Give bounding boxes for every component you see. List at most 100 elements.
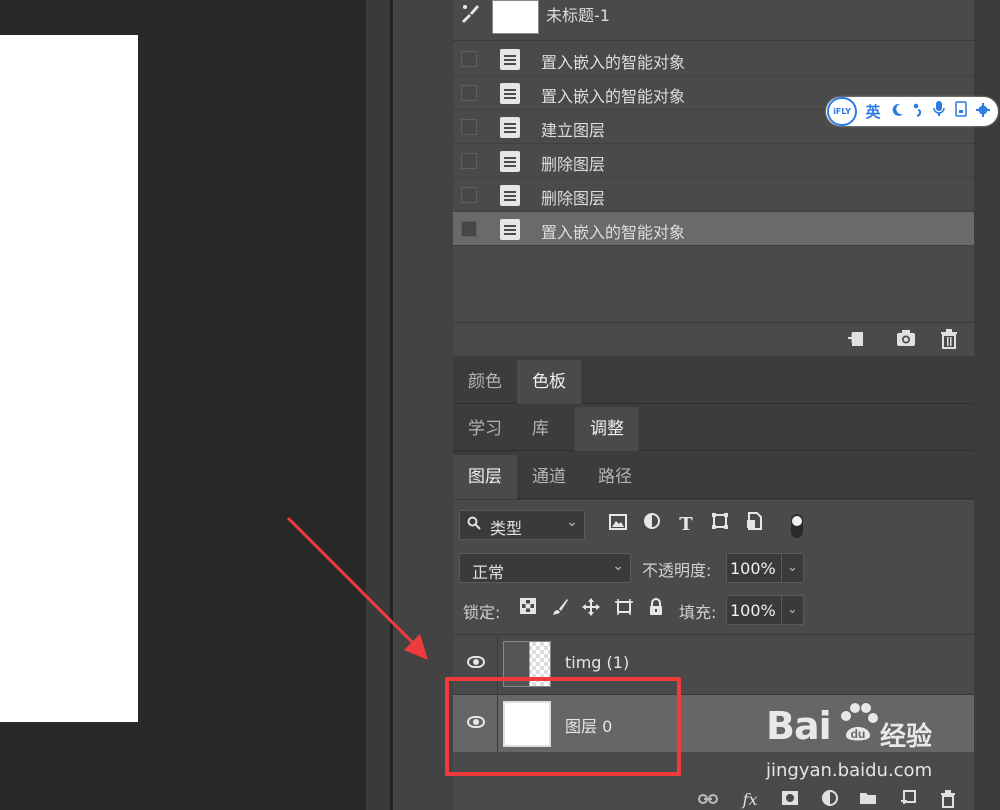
- new-document-from-state-icon[interactable]: [845, 329, 867, 351]
- gear-icon[interactable]: [974, 101, 992, 123]
- blend-mode-select[interactable]: 正常 ⌄: [459, 553, 631, 583]
- camera-icon[interactable]: [895, 329, 917, 351]
- history-item[interactable]: 删除图层: [453, 144, 974, 178]
- canvas-area[interactable]: [0, 0, 366, 810]
- history-item[interactable]: 置入嵌入的智能对象: [453, 42, 974, 76]
- lock-image-pixels-icon[interactable]: [549, 598, 571, 620]
- watermark-url: jingyan.baidu.com: [766, 760, 933, 781]
- history-source-checkbox[interactable]: [461, 85, 477, 101]
- new-layer-icon[interactable]: [897, 790, 919, 810]
- tab-learn[interactable]: 学习: [453, 407, 517, 451]
- shape-filter-icon[interactable]: [707, 512, 733, 538]
- document-canvas[interactable]: [0, 35, 138, 722]
- ime-language-toggle[interactable]: 英: [864, 101, 882, 123]
- photoshop-window: 未标题-1 置入嵌入的智能对象 置入嵌入的智能对象 建立图层 删除图层 删除图层 置入嵌入…: [0, 0, 1000, 810]
- watermark-text: 经验: [880, 722, 933, 752]
- lock-transparent-pixels-icon[interactable]: [517, 598, 539, 620]
- tab-layers[interactable]: 图层: [453, 455, 517, 499]
- history-state-icon: [500, 185, 520, 206]
- history-footer: [453, 322, 974, 356]
- trash-icon[interactable]: [938, 329, 960, 351]
- chevron-down-icon: ⌄: [566, 514, 578, 530]
- layers-tabbar: 图层 通道 路径: [453, 455, 1000, 499]
- link-layers-icon[interactable]: [697, 790, 719, 810]
- lock-position-icon[interactable]: [580, 598, 602, 620]
- tab-adjustments[interactable]: 调整: [575, 407, 639, 451]
- history-source-checkbox[interactable]: [461, 51, 477, 67]
- filter-toggle[interactable]: [791, 514, 803, 538]
- snapshot-name: 未标题-1: [546, 6, 610, 25]
- adjustments-tabbar: 学习库调整: [453, 407, 1000, 451]
- annotation-highlight-box: [445, 677, 681, 776]
- tab-swatches[interactable]: 色板: [517, 360, 581, 404]
- history-snapshot[interactable]: 未标题-1: [453, 0, 974, 41]
- history-state-icon: [500, 49, 520, 70]
- panel-dock-strip: [393, 0, 453, 810]
- search-icon: [467, 516, 481, 534]
- history-source-checkbox[interactable]: [461, 187, 477, 203]
- opacity-label: 不透明度:: [642, 561, 712, 580]
- history-source-checkbox[interactable]: [461, 221, 477, 237]
- chevron-down-icon[interactable]: ⌄: [781, 554, 803, 582]
- type-filter-icon[interactable]: T: [673, 512, 699, 538]
- layer-filter-select[interactable]: 类型 ⌄: [459, 510, 585, 540]
- history-item-label: 置入嵌入的智能对象: [541, 87, 686, 106]
- keyboard-icon[interactable]: [952, 101, 970, 123]
- chevron-down-icon[interactable]: ⌄: [781, 596, 803, 624]
- blend-opacity-row: 正常 ⌄ 不透明度: 100% ⌄: [453, 552, 1000, 584]
- paw-icon: du: [836, 700, 880, 748]
- tab-paths[interactable]: 路径: [583, 455, 647, 499]
- history-item[interactable]: 置入嵌入的智能对象: [453, 212, 974, 246]
- history-state-icon: [500, 83, 520, 104]
- history-brush-icon[interactable]: [459, 2, 481, 24]
- ime-logo[interactable]: iFLY: [827, 97, 857, 126]
- history-item[interactable]: 删除图层: [453, 178, 974, 212]
- history-panel: 未标题-1 置入嵌入的智能对象 置入嵌入的智能对象 建立图层 删除图层 删除图层 置入嵌入…: [453, 0, 974, 356]
- opacity-value: 100%: [730, 559, 776, 578]
- svg-text:du: du: [851, 727, 866, 741]
- fx-icon[interactable]: fx: [739, 790, 761, 810]
- lock-artboard-icon[interactable]: [613, 598, 635, 620]
- filter-kind-label: 类型: [490, 519, 523, 538]
- history-item-label: 删除图层: [541, 189, 606, 208]
- history-state-icon: [500, 151, 520, 172]
- punctuation-icon[interactable]: [910, 101, 926, 123]
- new-group-icon[interactable]: [857, 790, 879, 810]
- history-item-label: 置入嵌入的智能对象: [541, 53, 686, 72]
- history-source-checkbox[interactable]: [461, 119, 477, 135]
- color-tabbar: 颜色 色板: [453, 360, 1000, 404]
- eye-icon[interactable]: [467, 656, 485, 668]
- baidu-watermark: Bai du 经验 jingyan.baidu.com: [762, 696, 992, 786]
- adjustment-filter-icon[interactable]: [639, 512, 665, 538]
- delete-layer-icon[interactable]: [937, 790, 959, 810]
- smart-object-filter-icon[interactable]: [741, 512, 767, 538]
- history-item-label: 建立图层: [541, 121, 606, 140]
- tab-channels[interactable]: 通道: [517, 455, 581, 499]
- history-state-icon: [500, 117, 520, 138]
- history-item-label: 置入嵌入的智能对象: [541, 223, 686, 242]
- lock-label: 锁定:: [463, 603, 501, 622]
- new-adjustment-icon[interactable]: [819, 790, 841, 810]
- ime-toolbar: iFLY 英: [826, 97, 998, 126]
- lock-all-icon[interactable]: [645, 598, 667, 620]
- layers-footer: fx: [453, 788, 1000, 810]
- history-source-checkbox[interactable]: [461, 153, 477, 169]
- pixel-filter-icon[interactable]: [605, 512, 631, 538]
- lock-fill-row: 锁定: 填充: 100% ⌄: [453, 594, 1000, 626]
- annotation-arrow: [286, 516, 428, 660]
- blend-mode-value: 正常: [472, 563, 505, 582]
- watermark-logo: Bai: [766, 704, 832, 748]
- fill-field[interactable]: 100% ⌄: [726, 595, 804, 625]
- add-mask-icon[interactable]: [779, 790, 801, 810]
- history-state-icon: [500, 219, 520, 240]
- microphone-icon[interactable]: [930, 101, 948, 123]
- fill-label: 填充:: [679, 603, 717, 622]
- canvas-scrollbar[interactable]: [366, 0, 390, 810]
- history-list: 置入嵌入的智能对象 置入嵌入的智能对象 建立图层 删除图层 删除图层 置入嵌入的智能对象: [453, 42, 974, 246]
- snapshot-thumbnail[interactable]: [492, 0, 539, 34]
- opacity-field[interactable]: 100% ⌄: [726, 553, 804, 583]
- tab-libraries[interactable]: 库: [517, 407, 564, 451]
- fill-value: 100%: [730, 601, 776, 620]
- tab-color[interactable]: 颜色: [453, 360, 517, 404]
- moon-icon[interactable]: [888, 101, 906, 123]
